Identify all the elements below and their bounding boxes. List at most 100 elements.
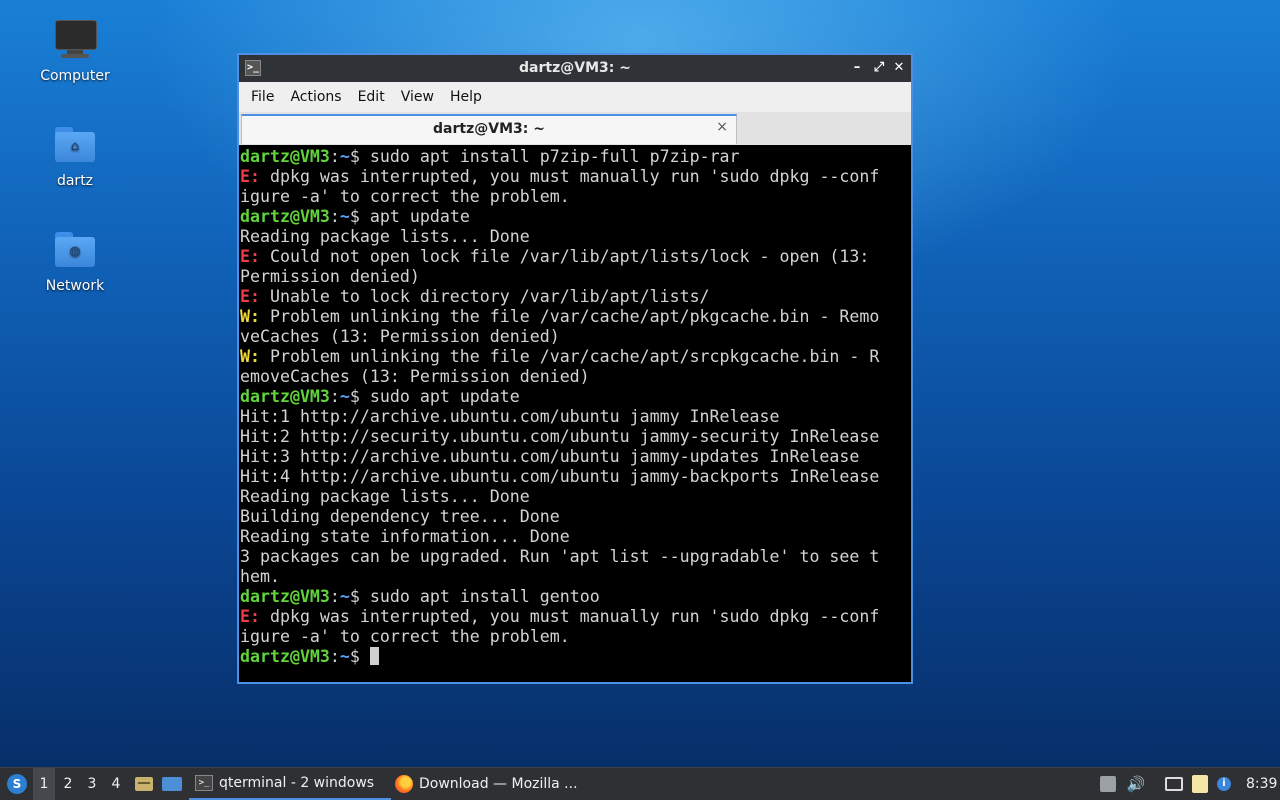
window-title: dartz@VM3: ~ [519, 60, 631, 76]
tray-removable-media[interactable] [1097, 768, 1119, 800]
menu-file[interactable]: File [243, 89, 282, 105]
task-label: qterminal - 2 windows [219, 775, 375, 791]
maximize-button[interactable]: ⤢ [871, 60, 887, 76]
taskbar: S 1 2 3 4 >_ qterminal - 2 windows Downl… [0, 767, 1280, 800]
terminal-line: Reading package lists... Done [240, 227, 911, 247]
tray-volume[interactable]: 🔊 [1125, 768, 1147, 800]
terminal-line: E: Unable to lock directory /var/lib/apt… [240, 287, 911, 307]
eject-icon [1100, 776, 1116, 792]
network-monitor-icon [1165, 777, 1183, 791]
terminal-line: hem. [240, 567, 911, 587]
clipboard-icon [1192, 775, 1208, 793]
terminal-line: dartz@VM3:~$ sudo apt install p7zip-full… [240, 147, 911, 167]
terminal-line: igure -a' to correct the problem. [240, 627, 911, 647]
tab-terminal[interactable]: dartz@VM3: ~ × [241, 114, 737, 144]
desktop-switch-3[interactable]: 3 [81, 768, 103, 800]
start-menu-button[interactable]: S [4, 768, 30, 800]
menu-edit[interactable]: Edit [350, 89, 393, 105]
output-text: Reading state information... Done [240, 527, 570, 546]
text-cursor [369, 647, 379, 665]
terminal-line: dartz@VM3:~$ [240, 647, 911, 667]
desktop-icon-home[interactable]: ⌂ dartz [25, 123, 125, 189]
output-text: igure -a' to correct the problem. [240, 187, 570, 206]
prompt-user: dartz@VM3 [240, 147, 330, 166]
prompt-user: dartz@VM3 [240, 647, 330, 666]
file-manager-launcher[interactable] [132, 768, 156, 800]
desktop-icon-network[interactable]: ◍ Network [25, 228, 125, 294]
output-text: Hit:3 http://archive.ubuntu.com/ubuntu j… [240, 447, 860, 466]
terminal-line: E: dpkg was interrupted, you must manual… [240, 607, 911, 627]
terminal-line: Hit:1 http://archive.ubuntu.com/ubuntu j… [240, 407, 911, 427]
prompt-path: ~ [339, 387, 350, 406]
desktop-icon-label: Network [45, 278, 105, 294]
task-label: Download — Mozilla ... [419, 776, 578, 792]
menu-help[interactable]: Help [442, 89, 490, 105]
terminal-line: Hit:2 http://security.ubuntu.com/ubuntu … [240, 427, 911, 447]
output-text: Hit:2 http://security.ubuntu.com/ubuntu … [240, 427, 880, 446]
tray-network[interactable] [1163, 768, 1185, 800]
desktop-switch-1[interactable]: 1 [33, 768, 55, 800]
home-folder-icon: ⌂ [53, 123, 97, 167]
menu-view[interactable]: View [393, 89, 442, 105]
terminal-line: E: Could not open lock file /var/lib/apt… [240, 247, 911, 267]
prompt-path: ~ [339, 207, 350, 226]
desktop-switch-2[interactable]: 2 [57, 768, 79, 800]
output-text: Permission denied) [240, 267, 420, 286]
error-tag: E: [240, 167, 260, 186]
command-text: $ sudo apt install p7zip-full p7zip-rar [349, 147, 740, 166]
prompt-user: dartz@VM3 [240, 587, 330, 606]
prompt-separator: : [329, 587, 340, 606]
tray-notifications[interactable]: i [1213, 768, 1235, 800]
prompt-path: ~ [339, 147, 350, 166]
prompt-separator: : [329, 647, 340, 666]
minimize-button[interactable]: – [849, 60, 865, 76]
prompt-separator: : [329, 207, 340, 226]
file-manager-icon [135, 777, 153, 791]
computer-icon [53, 18, 97, 62]
desktop-icon-computer[interactable]: Computer [25, 18, 125, 84]
network-folder-icon: ◍ [53, 228, 97, 272]
warning-tag: W: [240, 307, 260, 326]
lubuntu-logo-icon: S [7, 774, 27, 794]
clock[interactable]: 8:39 [1246, 768, 1277, 800]
terminal-line: 3 packages can be upgraded. Run 'apt lis… [240, 547, 911, 567]
output-text: hem. [240, 567, 280, 586]
menu-actions[interactable]: Actions [282, 89, 349, 105]
terminal-line: emoveCaches (13: Permission denied) [240, 367, 911, 387]
command-text: $ sudo apt update [349, 387, 520, 406]
task-firefox[interactable]: Download — Mozilla ... [389, 768, 595, 800]
output-text: 3 packages can be upgraded. Run 'apt lis… [240, 547, 880, 566]
tray-clipboard[interactable] [1189, 768, 1211, 800]
show-desktop-button[interactable] [160, 768, 184, 800]
window-titlebar[interactable]: >_ dartz@VM3: ~ – ⤢ ✕ [239, 55, 911, 82]
desktop-switch-4[interactable]: 4 [105, 768, 127, 800]
terminal-window[interactable]: >_ dartz@VM3: ~ – ⤢ ✕ File Actions Edit … [237, 53, 913, 684]
terminal-line: W: Problem unlinking the file /var/cache… [240, 307, 911, 327]
output-text: Could not open lock file /var/lib/apt/li… [259, 247, 870, 266]
error-tag: E: [240, 287, 260, 306]
output-text: dpkg was interrupted, you must manually … [259, 167, 880, 186]
output-text: Reading package lists... Done [240, 487, 530, 506]
terminal-line: W: Problem unlinking the file /var/cache… [240, 347, 911, 367]
output-text: Hit:4 http://archive.ubuntu.com/ubuntu j… [240, 467, 880, 486]
terminal-line: Permission denied) [240, 267, 911, 287]
terminal-line: dartz@VM3:~$ sudo apt install gentoo [240, 587, 911, 607]
output-text: Building dependency tree... Done [240, 507, 560, 526]
tab-close-icon[interactable]: × [716, 119, 728, 135]
terminal-line: E: dpkg was interrupted, you must manual… [240, 167, 911, 187]
output-text: Problem unlinking the file /var/cache/ap… [259, 347, 880, 366]
terminal-line: igure -a' to correct the problem. [240, 187, 911, 207]
output-text: veCaches (13: Permission denied) [240, 327, 560, 346]
task-qterminal[interactable]: >_ qterminal - 2 windows [189, 768, 391, 800]
warning-tag: W: [240, 347, 260, 366]
terminal-output[interactable]: dartz@VM3:~$ sudo apt install p7zip-full… [239, 145, 911, 682]
output-text: Hit:1 http://archive.ubuntu.com/ubuntu j… [240, 407, 780, 426]
close-button[interactable]: ✕ [891, 60, 907, 76]
firefox-icon [395, 775, 413, 793]
output-text: Reading package lists... Done [240, 227, 530, 246]
terminal-icon: >_ [195, 775, 213, 791]
prompt-user: dartz@VM3 [240, 387, 330, 406]
menu-bar: File Actions Edit View Help [239, 82, 911, 112]
terminal-line: veCaches (13: Permission denied) [240, 327, 911, 347]
prompt-separator: : [329, 147, 340, 166]
